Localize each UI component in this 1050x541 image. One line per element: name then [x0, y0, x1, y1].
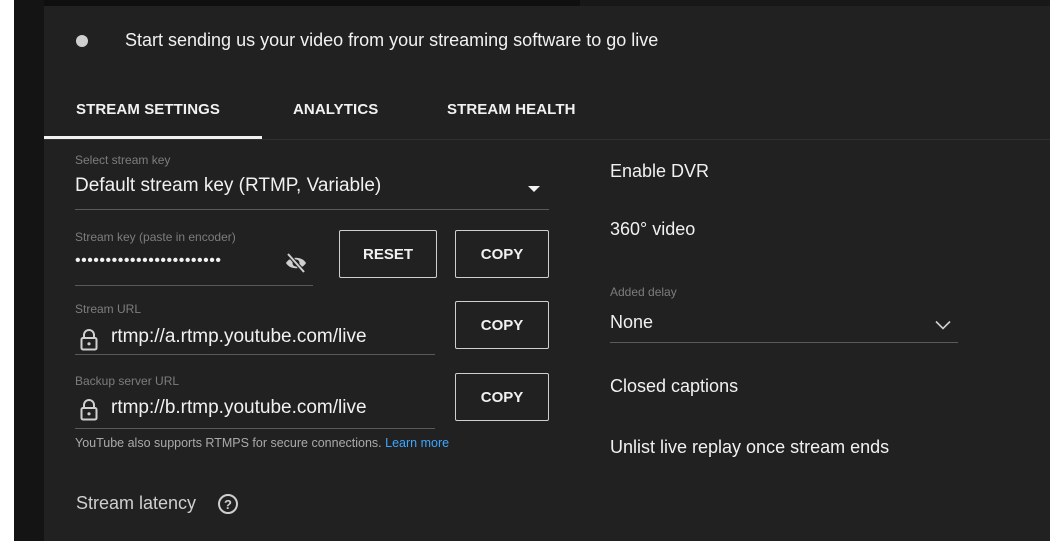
stream-latency-label: Stream latency [76, 493, 197, 513]
copy-backup-url-button[interactable]: COPY [455, 373, 549, 421]
stream-url-label: Stream URL [75, 302, 142, 316]
tab-stream-settings[interactable]: STREAM SETTINGS [76, 101, 220, 118]
rtmps-note-text: YouTube also supports RTMPS for secure c… [75, 436, 382, 450]
rtmps-note: YouTube also supports RTMPS for secure c… [75, 436, 449, 450]
enable-dvr-option[interactable]: Enable DVR [610, 161, 709, 182]
unlist-replay-option[interactable]: Unlist live replay once stream ends [610, 437, 889, 458]
lock-icon [80, 399, 98, 421]
learn-more-link[interactable]: Learn more [385, 436, 449, 450]
visibility-off-icon[interactable] [284, 252, 308, 274]
stream-key-label: Stream key (paste in encoder) [75, 230, 236, 244]
chevron-down-icon[interactable] [935, 320, 951, 330]
reset-button[interactable]: RESET [339, 230, 437, 278]
video-360-option[interactable]: 360° video [610, 219, 695, 240]
stream-key-select-underline [75, 209, 549, 210]
closed-captions-option[interactable]: Closed captions [610, 376, 738, 397]
backup-url-underline [75, 428, 435, 429]
stream-key-select-label: Select stream key [75, 153, 171, 167]
copy-stream-url-button[interactable]: COPY [455, 301, 549, 349]
stream-url-underline [75, 354, 435, 355]
help-icon[interactable]: ? [218, 494, 238, 514]
lock-icon [80, 329, 98, 351]
tabs-divider [44, 139, 1050, 140]
backup-url-label: Backup server URL [75, 374, 180, 388]
caret-down-icon[interactable] [527, 185, 541, 193]
stream-key-value[interactable]: •••••••••••••••••••••••• [75, 252, 221, 270]
stream-url-value[interactable]: rtmp://a.rtmp.youtube.com/live [111, 326, 367, 348]
added-delay-value[interactable]: None [610, 312, 653, 333]
status-banner-text: Start sending us your video from your st… [125, 30, 659, 50]
tab-analytics[interactable]: ANALYTICS [293, 101, 378, 118]
added-delay-label: Added delay [610, 285, 677, 299]
left-rail [14, 0, 44, 541]
backup-url-value[interactable]: rtmp://b.rtmp.youtube.com/live [111, 397, 367, 419]
status-dot-icon [76, 35, 88, 47]
added-delay-underline [610, 342, 958, 343]
stream-key-select-value[interactable]: Default stream key (RTMP, Variable) [75, 175, 381, 197]
stream-key-underline [75, 285, 313, 286]
tab-stream-health[interactable]: STREAM HEALTH [447, 101, 576, 118]
copy-stream-key-button[interactable]: COPY [455, 230, 549, 278]
